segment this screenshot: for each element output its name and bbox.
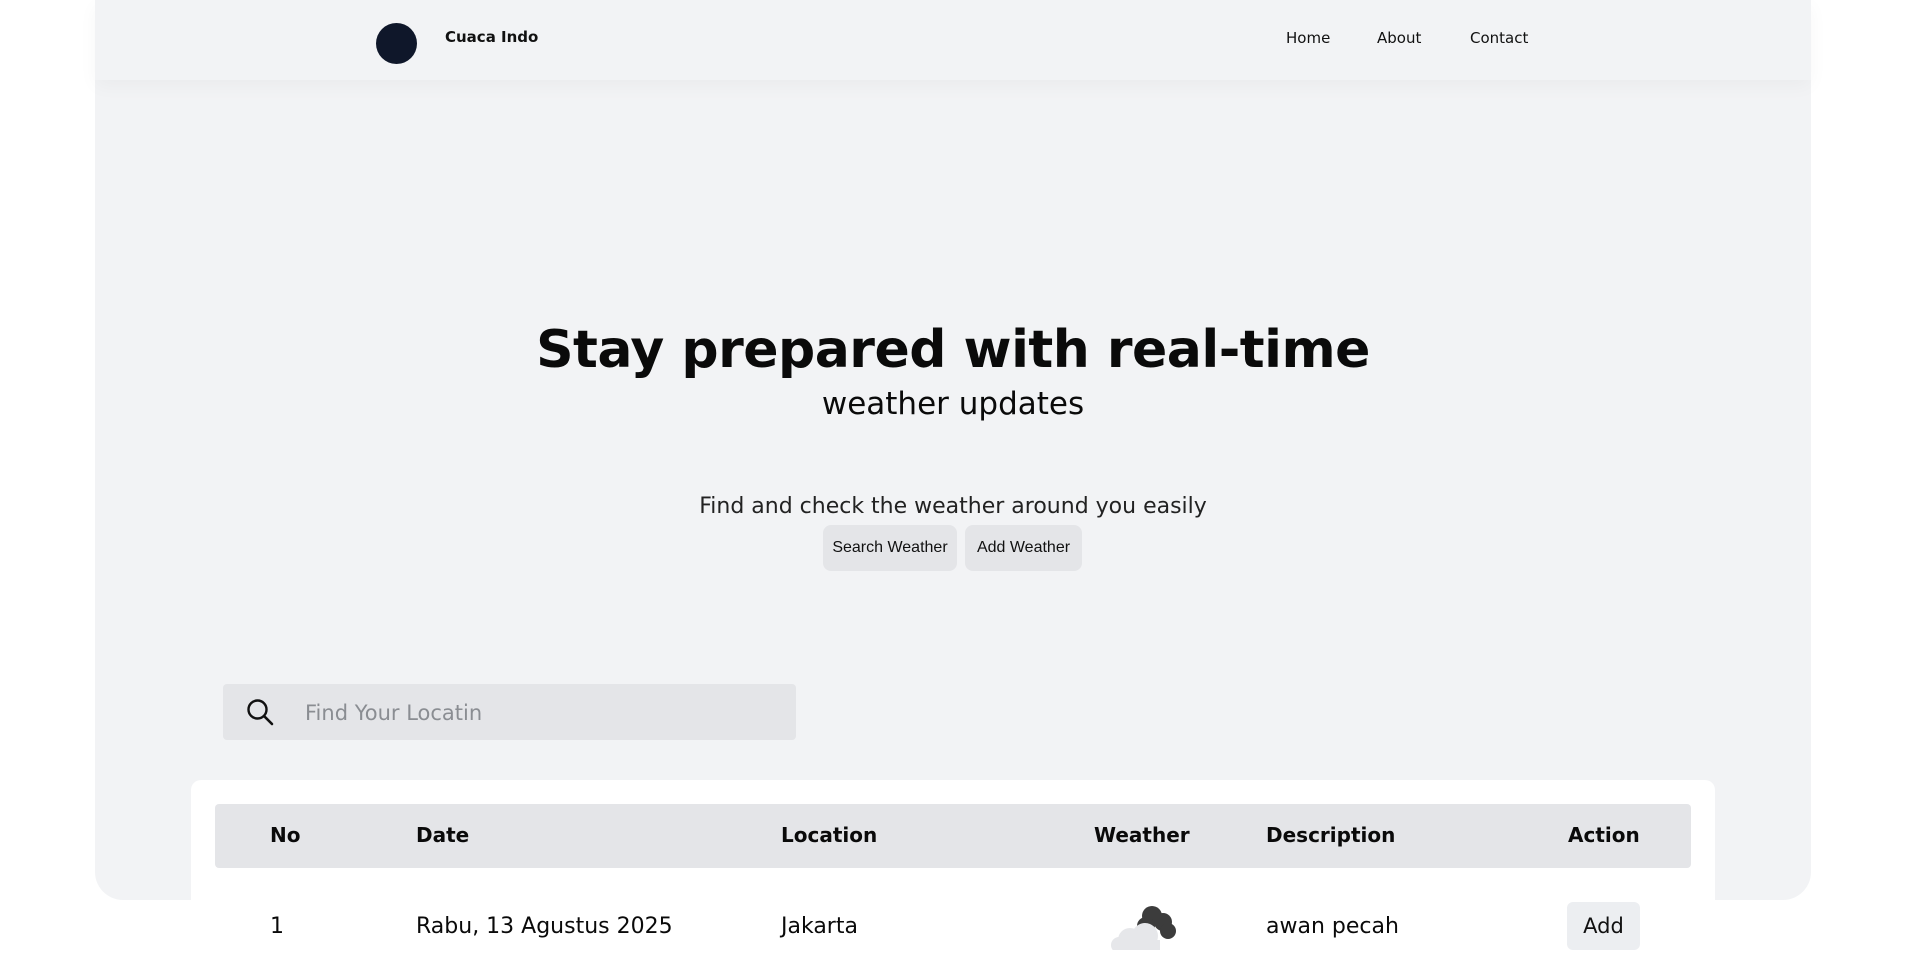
hero-description: Find and check the weather around you ea… <box>699 494 1207 519</box>
cell-no: 1 <box>270 914 284 939</box>
column-header-date: Date <box>416 823 470 847</box>
brand-name[interactable]: Cuaca Indo <box>445 28 538 46</box>
column-header-weather: Weather <box>1094 823 1190 847</box>
search-bar <box>223 684 796 740</box>
cell-date: Rabu, 13 Agustus 2025 <box>416 914 673 939</box>
add-row-button[interactable]: Add <box>1567 902 1640 950</box>
column-header-action: Action <box>1568 823 1640 847</box>
logo-icon[interactable] <box>376 23 417 64</box>
hero-title: Stay prepared with real-time <box>536 320 1370 380</box>
hero-section <box>95 0 1811 900</box>
hero-subtitle: weather updates <box>821 386 1085 422</box>
column-header-description: Description <box>1266 823 1396 847</box>
cloud-icon <box>1111 906 1176 950</box>
cell-description: awan pecah <box>1266 914 1399 939</box>
column-header-no: No <box>270 823 301 847</box>
search-weather-button[interactable]: Search Weather <box>823 525 957 571</box>
navbar <box>95 0 1811 80</box>
add-weather-button[interactable]: Add Weather <box>965 525 1082 571</box>
search-icon[interactable] <box>245 697 275 727</box>
cell-location: Jakarta <box>781 914 858 939</box>
column-header-location: Location <box>781 823 878 847</box>
nav-link-home[interactable]: Home <box>1286 29 1330 47</box>
nav-link-contact[interactable]: Contact <box>1470 29 1528 47</box>
nav-link-about[interactable]: About <box>1377 29 1421 47</box>
search-input[interactable] <box>303 692 777 734</box>
